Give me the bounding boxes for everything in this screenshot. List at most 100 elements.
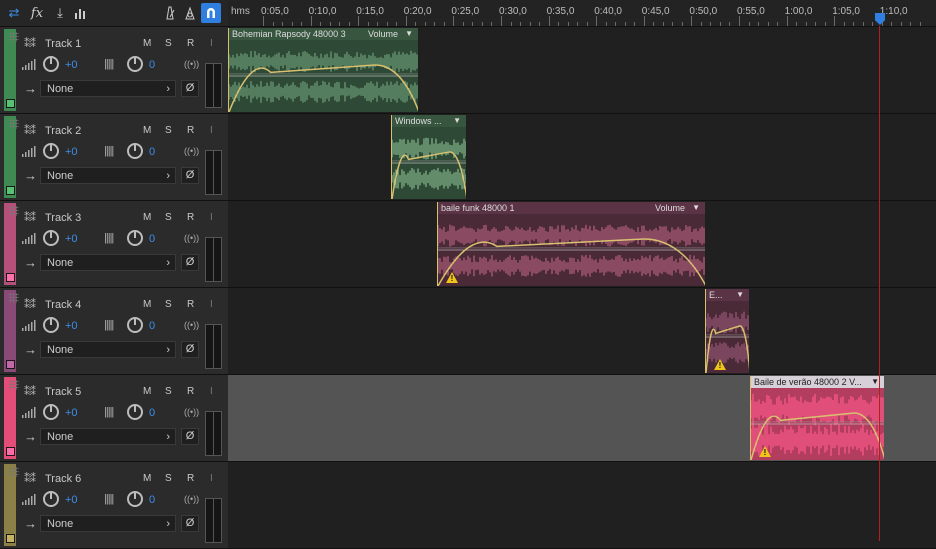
timeline-ruler[interactable]: hms 0:05,0 0:10,0 0:15,0 0:20,0 0:25,0 0:30,0…	[228, 0, 936, 27]
audio-clip[interactable]: E... ▼ !	[705, 289, 749, 373]
track-header[interactable]: ⁑⁞⁑ Track 5 M S R I +0 ||||| 0 ((•)) → N…	[0, 375, 228, 462]
monitor-input-button[interactable]: I	[210, 299, 213, 310]
track-select-checkbox[interactable]	[6, 360, 15, 369]
drag-grip-icon[interactable]	[9, 119, 19, 129]
drag-grip-icon[interactable]	[9, 380, 19, 390]
track-name[interactable]: Track 1	[45, 38, 81, 50]
track-color-strip[interactable]	[4, 29, 19, 111]
track-header[interactable]: ⁑⁞⁑ Track 2 M S R I +0 ||||| 0 ((•)) → N…	[0, 114, 228, 201]
drag-grip-icon[interactable]	[9, 206, 19, 216]
mute-button[interactable]: M	[143, 38, 151, 49]
magnet-icon[interactable]	[201, 3, 221, 23]
output-route-select[interactable]: None ›	[40, 254, 176, 271]
solo-button[interactable]: S	[165, 38, 172, 49]
phase-invert-button[interactable]: Ø	[181, 515, 199, 532]
audio-clip[interactable]: Bohemian Rapsody 48000 3 Volume ▼	[228, 28, 418, 112]
track-color-strip[interactable]	[4, 377, 19, 459]
monitor-input-button[interactable]: I	[210, 212, 213, 223]
track-name[interactable]: Track 2	[45, 125, 81, 137]
record-arm-button[interactable]: R	[187, 299, 194, 310]
volume-value[interactable]: +0	[65, 407, 78, 419]
clip-header[interactable]: Windows ... ▼	[392, 115, 466, 127]
track-lane[interactable]	[228, 462, 936, 549]
audio-clip[interactable]: Windows ... ▼	[391, 115, 466, 199]
pan-knob[interactable]	[127, 317, 143, 333]
track-name[interactable]: Track 6	[45, 473, 81, 485]
track-lane[interactable]: Baile de verão 48000 2 V... ▼ !	[228, 375, 936, 462]
monitor-input-button[interactable]: I	[210, 125, 213, 136]
mute-button[interactable]: M	[143, 386, 151, 397]
track-select-checkbox[interactable]	[6, 186, 15, 195]
audio-clip[interactable]: Baile de verão 48000 2 V... ▼ !	[750, 376, 884, 460]
drag-grip-icon[interactable]	[9, 293, 19, 303]
mute-button[interactable]: M	[143, 212, 151, 223]
volume-knob[interactable]	[43, 404, 59, 420]
clip-menu-chevron-icon[interactable]: ▼	[871, 377, 879, 386]
metronome-icon[interactable]	[160, 3, 180, 23]
record-arm-button[interactable]: R	[187, 38, 194, 49]
phase-invert-button[interactable]: Ø	[181, 167, 199, 184]
output-route-select[interactable]: None ›	[40, 515, 176, 532]
mute-button[interactable]: M	[143, 125, 151, 136]
audio-clip[interactable]: baile funk 48000 1 Volume ▼ !	[437, 202, 705, 286]
output-route-select[interactable]: None ›	[40, 167, 176, 184]
record-arm-button[interactable]: R	[187, 473, 194, 484]
volume-value[interactable]: +0	[65, 320, 78, 332]
track-header[interactable]: ⁑⁞⁑ Track 1 M S R I +0 ||||| 0 ((•)) → N…	[0, 27, 228, 114]
output-route-select[interactable]: None ›	[40, 341, 176, 358]
solo-button[interactable]: S	[165, 386, 172, 397]
volume-knob[interactable]	[43, 143, 59, 159]
solo-button[interactable]: S	[165, 299, 172, 310]
track-select-checkbox[interactable]	[6, 99, 15, 108]
clip-header[interactable]: baile funk 48000 1 Volume ▼	[438, 202, 705, 214]
clip-menu-chevron-icon[interactable]: ▼	[736, 290, 744, 299]
clip-menu-chevron-icon[interactable]: ▼	[453, 116, 461, 125]
track-color-strip[interactable]	[4, 203, 19, 285]
clip-menu-chevron-icon[interactable]: ▼	[692, 203, 700, 212]
pan-value[interactable]: 0	[149, 146, 155, 158]
track-color-strip[interactable]	[4, 464, 19, 546]
pan-value[interactable]: 0	[149, 494, 155, 506]
solo-button[interactable]: S	[165, 125, 172, 136]
monitor-input-button[interactable]: I	[210, 473, 213, 484]
volume-knob[interactable]	[43, 317, 59, 333]
track-select-checkbox[interactable]	[6, 534, 15, 543]
phase-invert-button[interactable]: Ø	[181, 80, 199, 97]
volume-value[interactable]: +0	[65, 59, 78, 71]
volume-knob[interactable]	[43, 230, 59, 246]
output-route-select[interactable]: None ›	[40, 428, 176, 445]
pan-value[interactable]: 0	[149, 233, 155, 245]
track-header[interactable]: ⁑⁞⁑ Track 4 M S R I +0 ||||| 0 ((•)) → N…	[0, 288, 228, 375]
pan-knob[interactable]	[127, 143, 143, 159]
volume-value[interactable]: +0	[65, 494, 78, 506]
mute-button[interactable]: M	[143, 473, 151, 484]
solo-button[interactable]: S	[165, 473, 172, 484]
record-arm-button[interactable]: R	[187, 386, 194, 397]
drag-grip-icon[interactable]	[9, 32, 19, 42]
track-header[interactable]: ⁑⁞⁑ Track 3 M S R I +0 ||||| 0 ((•)) → N…	[0, 201, 228, 288]
levels-icon[interactable]	[71, 3, 91, 23]
volume-value[interactable]: +0	[65, 146, 78, 158]
phase-invert-button[interactable]: Ø	[181, 254, 199, 271]
pan-value[interactable]: 0	[149, 59, 155, 71]
track-lane[interactable]: Bohemian Rapsody 48000 3 Volume ▼	[228, 27, 936, 114]
track-select-checkbox[interactable]	[6, 273, 15, 282]
track-header[interactable]: ⁑⁞⁑ Track 6 M S R I +0 ||||| 0 ((•)) → N…	[0, 462, 228, 549]
clip-menu-chevron-icon[interactable]: ▼	[405, 29, 413, 38]
output-route-select[interactable]: None ›	[40, 80, 176, 97]
pan-value[interactable]: 0	[149, 407, 155, 419]
volume-knob[interactable]	[43, 491, 59, 507]
monitor-input-button[interactable]: I	[210, 386, 213, 397]
monitor-input-button[interactable]: I	[210, 38, 213, 49]
pan-knob[interactable]	[127, 404, 143, 420]
track-color-strip[interactable]	[4, 116, 19, 198]
clip-header[interactable]: Bohemian Rapsody 48000 3 Volume ▼	[229, 28, 418, 40]
clip-header[interactable]: E... ▼	[706, 289, 749, 301]
phase-invert-button[interactable]: Ø	[181, 428, 199, 445]
track-select-checkbox[interactable]	[6, 447, 15, 456]
pan-knob[interactable]	[127, 56, 143, 72]
track-color-strip[interactable]	[4, 290, 19, 372]
record-arm-button[interactable]: R	[187, 212, 194, 223]
track-name[interactable]: Track 3	[45, 212, 81, 224]
pan-knob[interactable]	[127, 230, 143, 246]
